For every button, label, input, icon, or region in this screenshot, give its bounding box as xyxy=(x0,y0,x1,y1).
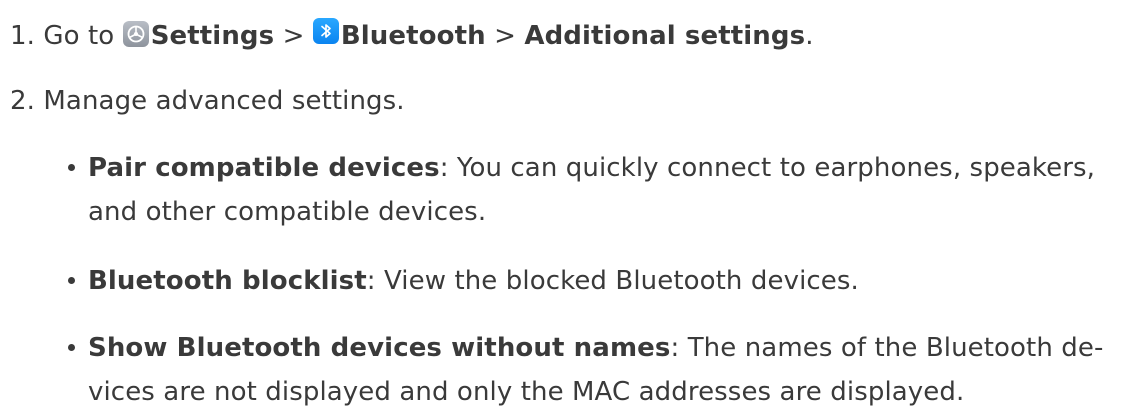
bullet-3-text-2: vices are not displayed and only the MAC… xyxy=(88,377,965,407)
bullet-1-text-2: and other compatible devices. xyxy=(88,197,487,227)
bullet-1-text-1: You can quickly connect to earphones, sp… xyxy=(448,153,1096,183)
settings-link-text: Settings xyxy=(150,21,275,51)
step-1-number: 1. xyxy=(10,21,36,51)
bullet-2-colon: : xyxy=(366,266,376,296)
step-2-number: 2. xyxy=(10,86,36,116)
bullet-1-colon: : xyxy=(439,153,449,183)
list-item-pair-compatible-devices: Pair compatible devices: You can quickly… xyxy=(68,146,1095,234)
list-item-bluetooth-blocklist: Bluetooth blocklist: View the blocked Bl… xyxy=(68,259,859,303)
bullet-2-line-1: Bluetooth blocklist: View the blocked Bl… xyxy=(88,259,859,303)
bullet-1-title: Pair compatible devices xyxy=(88,153,440,183)
bullet-2-title: Bluetooth blocklist xyxy=(88,266,367,296)
bluetooth-link-text: Bluetooth xyxy=(340,21,486,51)
bullet-3-colon: : xyxy=(670,333,680,363)
step-2-text: Manage advanced settings. xyxy=(43,86,405,116)
bullet-dot xyxy=(68,277,75,284)
bullet-dot xyxy=(68,344,75,351)
step-1-end: . xyxy=(805,21,814,51)
settings-icon xyxy=(122,21,149,47)
step-2: 2. Manage advanced settings. xyxy=(10,83,405,119)
additional-settings-text: Additional settings xyxy=(524,21,806,51)
step-1-prefix: Go to xyxy=(43,21,123,51)
bullet-3-title: Show Bluetooth devices without names xyxy=(88,333,671,363)
bullet-3-text-1: The names of the Bluetooth de- xyxy=(679,333,1104,363)
step-1-separator-1: > xyxy=(274,21,313,51)
bullet-dot xyxy=(68,164,75,171)
bullet-3-line-1: Show Bluetooth devices without names: Th… xyxy=(88,326,1103,370)
bullet-2-text-1: View the blocked Bluetooth devices. xyxy=(375,266,859,296)
instruction-document: 1. Go to Settings > Bluetooth > Addition… xyxy=(0,0,1137,412)
step-1-separator-2: > xyxy=(485,21,525,51)
step-1: 1. Go to Settings > Bluetooth > Addition… xyxy=(10,18,814,54)
bullet-1-line-1: Pair compatible devices: You can quickly… xyxy=(88,146,1095,190)
bluetooth-icon xyxy=(312,18,339,44)
list-item-show-devices-without-names: Show Bluetooth devices without names: Th… xyxy=(68,326,1103,414)
